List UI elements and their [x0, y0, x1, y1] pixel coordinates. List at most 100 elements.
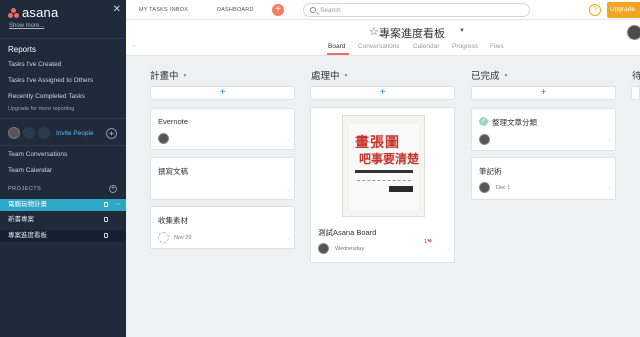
card-title: 測試Asana Board [318, 228, 377, 237]
chevron-down-icon: ▼ [343, 73, 349, 80]
sidebar: asana ✕ Show more... Reports Tasks I've … [0, 0, 126, 337]
asana-logo-icon [8, 7, 19, 18]
card-title: 收集素材 [158, 216, 188, 225]
unassigned-avatar-icon[interactable] [158, 232, 169, 243]
column-title[interactable]: 處理中 ▼ [311, 68, 348, 82]
column-name: 處理中 [311, 71, 340, 82]
task-card[interactable]: 筆記術 Dec 1 › [471, 157, 616, 200]
project-item[interactable]: 新書專案 [0, 214, 126, 226]
logo-text: asana [22, 5, 59, 20]
column-name: 已完成 [471, 71, 500, 82]
star-icon[interactable]: ☆ [369, 25, 379, 38]
add-task-button[interactable]: + [310, 86, 455, 100]
check-icon[interactable]: ✓ [479, 117, 488, 126]
divider [0, 145, 126, 146]
column-title[interactable]: 計畫中 ▼ [150, 68, 187, 82]
column-name: 計畫中 [150, 71, 179, 82]
tab-conversations[interactable]: Conversations [358, 43, 400, 50]
chevron-down-icon[interactable]: ▼ [459, 28, 465, 34]
avatar[interactable] [318, 243, 329, 254]
heart-icon: ❤ [427, 239, 433, 245]
add-member-icon[interactable]: + [106, 128, 117, 139]
project-header: ⌃ ☆ 專案進度看板 ▼ Board Conversations Calenda… [126, 20, 640, 56]
user-avatar[interactable] [627, 25, 640, 40]
quick-add-button[interactable]: + [272, 4, 284, 16]
active-tab-indicator [327, 53, 349, 55]
avatar-placeholder [38, 127, 50, 139]
chevron-right-icon: › [447, 247, 449, 253]
chevron-down-icon: ▼ [182, 73, 188, 80]
reports-heading: Reports [8, 45, 37, 54]
tab-progress[interactable]: Progress [452, 43, 478, 50]
task-card[interactable]: 收集素材 Nov 29 › [150, 206, 295, 249]
like-count[interactable]: 1❤ [424, 238, 432, 245]
chevron-right-icon: › [608, 138, 610, 144]
column-title[interactable]: 待 [632, 68, 640, 82]
report-link-completed[interactable]: Recently Completed Tasks [8, 93, 85, 100]
attachment-image[interactable]: 畫張圖 吧事要清楚 [342, 115, 425, 217]
project-item[interactable]: 電腦玩物計畫 ··· [0, 199, 126, 211]
lock-icon [104, 233, 108, 238]
card-title: 撰寫文稿 [158, 167, 188, 176]
task-card[interactable]: 畫張圖 吧事要清楚 測試Asana Board Wednesday 1❤ › [310, 107, 455, 263]
add-task-button[interactable]: + [150, 86, 295, 100]
card-title: 筆記術 [479, 167, 502, 176]
task-card[interactable]: Evernote › [150, 108, 295, 150]
tab-calendar[interactable]: Calendar [413, 43, 439, 50]
add-task-button[interactable]: + [471, 86, 616, 100]
more-icon[interactable]: ··· [114, 199, 121, 211]
report-link-created[interactable]: Tasks I've Created [8, 61, 61, 68]
help-icon[interactable]: ? [589, 4, 601, 16]
asana-logo[interactable]: asana [8, 5, 58, 20]
close-icon[interactable]: ✕ [113, 4, 121, 15]
invite-people-link[interactable]: Invite People [56, 130, 94, 137]
lock-icon [104, 217, 108, 222]
show-more-link[interactable]: Show more... [9, 23, 44, 29]
task-card[interactable]: ✓ 整理文章分類 › [471, 108, 616, 151]
due-date: Dec 1 [496, 185, 511, 191]
due-date: Wednesday [335, 246, 364, 252]
project-name: 新書專案 [8, 216, 34, 223]
chevron-right-icon: › [287, 188, 289, 194]
column-title[interactable]: 已完成 ▼ [471, 68, 508, 82]
nav-inbox[interactable]: INBOX [170, 7, 188, 13]
project-name: 電腦玩物計畫 [8, 201, 47, 208]
book-cover-bar [355, 170, 413, 173]
tab-files[interactable]: Files [490, 43, 504, 50]
avatar[interactable] [479, 134, 490, 145]
team-members: Invite People [8, 127, 94, 139]
nav-dashboard[interactable]: DASHBOARD [217, 7, 254, 13]
lock-icon [104, 202, 108, 207]
project-item[interactable]: 專案進度看板 [0, 230, 126, 242]
tab-board[interactable]: Board [328, 43, 345, 50]
add-project-icon[interactable]: + [109, 185, 117, 193]
book-cover: 畫張圖 吧事要清楚 [349, 124, 419, 210]
collapse-icon[interactable]: ⌃ [132, 45, 136, 51]
chevron-right-icon: › [287, 137, 289, 143]
chevron-down-icon: ▼ [503, 73, 509, 80]
report-link-assigned[interactable]: Tasks I've Assigned to Others [8, 77, 93, 84]
search-placeholder: Search [320, 7, 341, 14]
team-calendar-link[interactable]: Team Calendar [8, 167, 52, 174]
book-cover-title: 畫張圖 [355, 134, 400, 150]
chevron-right-icon: › [608, 186, 610, 192]
add-task-button[interactable] [631, 86, 640, 100]
upgrade-reporting-link[interactable]: Upgrade for more reporting [8, 106, 74, 112]
nav-my-tasks[interactable]: MY TASKS [139, 7, 168, 13]
due-date: Nov 29 [174, 235, 192, 241]
project-name: 專案進度看板 [8, 232, 47, 239]
chevron-right-icon: › [287, 237, 289, 243]
book-cover-subtitle: 吧事要清楚 [359, 152, 420, 166]
task-card[interactable]: 撰寫文稿 › [150, 157, 295, 200]
projects-heading: PROJECTS [8, 186, 42, 192]
upgrade-button[interactable]: Upgrade [607, 2, 640, 18]
team-conversations-link[interactable]: Team Conversations [8, 151, 67, 158]
avatar[interactable] [8, 127, 20, 139]
search-input[interactable]: Search [303, 3, 530, 17]
avatar[interactable] [479, 182, 490, 193]
top-bar: MY TASKS INBOX DASHBOARD + Search ? Upgr… [126, 0, 640, 20]
divider [0, 118, 126, 119]
project-title: 專案進度看板 [379, 28, 445, 40]
book-cover-strip [389, 186, 413, 192]
avatar[interactable] [158, 133, 169, 144]
